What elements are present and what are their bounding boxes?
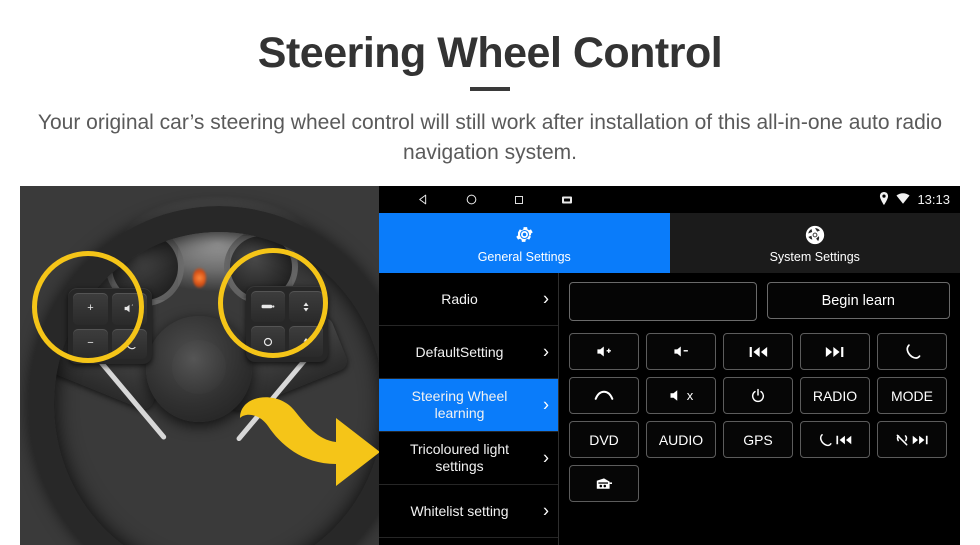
sidebar-item-label: Tricoloured light settings bbox=[409, 441, 510, 474]
title-divider bbox=[470, 87, 510, 91]
phone-icon bbox=[904, 343, 921, 360]
learn-key-input[interactable] bbox=[569, 282, 757, 321]
sidebar-item-label: Steering Wheel learning bbox=[411, 388, 508, 421]
gear-icon bbox=[514, 223, 535, 247]
radio-button[interactable]: RADIO bbox=[800, 377, 870, 414]
call-hangup-button[interactable] bbox=[569, 377, 639, 414]
settings-tabs: General Settings System Settings bbox=[379, 213, 960, 273]
recents-icon[interactable] bbox=[511, 192, 527, 208]
audio-button[interactable]: AUDIO bbox=[646, 421, 716, 458]
sidebar-item-label: DefaultSetting bbox=[415, 343, 504, 360]
media-strip: + − 13:13 General Settings System Settin… bbox=[0, 186, 980, 545]
phone-hangup-next-icon bbox=[895, 433, 929, 447]
power-icon bbox=[750, 388, 766, 404]
chevron-right-icon: › bbox=[543, 288, 549, 309]
chevron-right-icon: › bbox=[543, 447, 549, 468]
status-indicators: 13:13 bbox=[879, 186, 950, 213]
dvd-button[interactable]: DVD bbox=[569, 421, 639, 458]
previous-track-icon bbox=[748, 345, 768, 359]
android-status-bar: 13:13 bbox=[379, 186, 960, 213]
system-settings-icon bbox=[804, 223, 826, 247]
android-nav-buttons[interactable] bbox=[415, 186, 575, 213]
car-icon bbox=[594, 476, 614, 492]
call-answer-button[interactable] bbox=[877, 333, 947, 370]
head-unit-screen: 13:13 General Settings System Settings R… bbox=[379, 186, 960, 545]
highlight-circle-right bbox=[218, 248, 328, 358]
steering-wheel-learn-panel: Begin learn x RADIO MODE DVD AUDIO GPS bbox=[559, 273, 960, 545]
pointing-arrow-icon bbox=[232, 384, 379, 494]
chevron-right-icon: › bbox=[543, 394, 549, 415]
sidebar-item-label: Radio bbox=[441, 290, 478, 307]
call-previous-button[interactable] bbox=[800, 421, 870, 458]
settings-sidebar: Radio › DefaultSetting › Steering Wheel … bbox=[379, 273, 559, 545]
back-icon[interactable] bbox=[415, 192, 431, 208]
sidebar-item-whitelist-setting[interactable]: Whitelist setting › bbox=[379, 485, 558, 538]
clock-time: 13:13 bbox=[917, 192, 950, 207]
volume-down-icon bbox=[673, 344, 690, 359]
tab-system-settings[interactable]: System Settings bbox=[669, 213, 960, 273]
page-subtitle: Your original car’s steering wheel contr… bbox=[37, 111, 943, 164]
volume-down-button[interactable] bbox=[646, 333, 716, 370]
next-track-button[interactable] bbox=[800, 333, 870, 370]
mute-button[interactable]: x bbox=[646, 377, 716, 414]
screenshot-icon[interactable] bbox=[559, 192, 575, 208]
previous-track-button[interactable] bbox=[723, 333, 793, 370]
phone-previous-icon bbox=[818, 433, 852, 447]
home-icon[interactable] bbox=[463, 192, 479, 208]
sidebar-item-radio[interactable]: Radio › bbox=[379, 273, 558, 326]
gps-button[interactable]: GPS bbox=[723, 421, 793, 458]
call-next-button[interactable] bbox=[877, 421, 947, 458]
sidebar-item-tricoloured-light-settings[interactable]: Tricoloured light settings › bbox=[379, 432, 558, 485]
page-header: Steering Wheel Control Your original car… bbox=[0, 0, 980, 186]
sidebar-item-label: Whitelist setting bbox=[410, 502, 509, 519]
begin-learn-button[interactable]: Begin learn bbox=[766, 282, 950, 319]
tab-general-settings-label: General Settings bbox=[477, 249, 571, 264]
mode-button[interactable]: MODE bbox=[877, 377, 947, 414]
phone-hangup-icon bbox=[594, 389, 614, 402]
learn-function-grid: x RADIO MODE DVD AUDIO GPS bbox=[569, 333, 950, 502]
settings-body: Radio › DefaultSetting › Steering Wheel … bbox=[379, 273, 960, 545]
car-info-button[interactable] bbox=[569, 465, 639, 502]
tab-system-settings-label: System Settings bbox=[769, 249, 860, 264]
volume-up-icon bbox=[596, 344, 613, 359]
location-pin-icon bbox=[879, 191, 889, 208]
next-track-icon bbox=[825, 345, 845, 359]
power-button[interactable] bbox=[723, 377, 793, 414]
chevron-right-icon: › bbox=[543, 341, 549, 362]
page-title: Steering Wheel Control bbox=[257, 29, 723, 77]
steering-wheel-photo: + − bbox=[20, 186, 379, 545]
volume-up-button[interactable] bbox=[569, 333, 639, 370]
mute-icon: x bbox=[669, 388, 693, 403]
highlight-circle-left bbox=[32, 251, 144, 363]
sidebar-item-default-setting[interactable]: DefaultSetting › bbox=[379, 326, 558, 379]
tab-general-settings[interactable]: General Settings bbox=[379, 213, 670, 273]
sidebar-item-steering-wheel-learning[interactable]: Steering Wheel learning › bbox=[379, 379, 558, 432]
learn-toolbar: Begin learn bbox=[569, 282, 950, 321]
wifi-icon bbox=[896, 192, 911, 207]
chevron-right-icon: › bbox=[543, 500, 549, 521]
